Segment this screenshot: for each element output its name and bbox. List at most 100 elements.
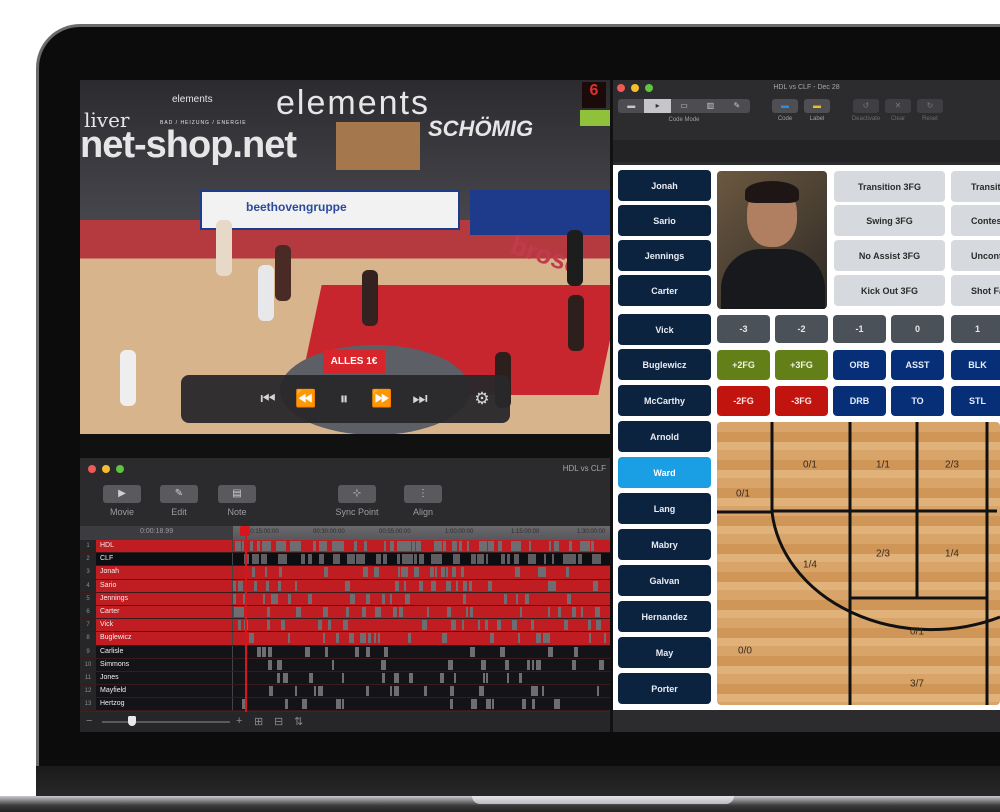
clip-marker[interactable] xyxy=(554,541,559,551)
player-button-jonah[interactable]: Jonah xyxy=(618,170,711,201)
clip-marker[interactable] xyxy=(480,554,482,565)
clip-marker[interactable] xyxy=(288,633,290,644)
clip-marker[interactable] xyxy=(542,686,544,697)
stat-button-2fg[interactable]: +2FG xyxy=(717,350,770,380)
row-name[interactable]: Carter xyxy=(96,605,233,619)
clip-marker[interactable] xyxy=(358,554,361,565)
clip-marker[interactable] xyxy=(336,633,339,644)
clip-marker[interactable] xyxy=(507,672,509,683)
code-mode-segment[interactable]: ▭ xyxy=(671,99,697,113)
clip-marker[interactable] xyxy=(596,620,601,631)
skip-forward-icon[interactable]: ⏭ xyxy=(401,389,439,409)
clip-marker[interactable] xyxy=(604,633,606,644)
clip-marker[interactable] xyxy=(597,686,599,697)
clip-marker[interactable] xyxy=(566,567,569,578)
player-button-lang[interactable]: Lang xyxy=(618,493,711,524)
clip-marker[interactable] xyxy=(267,620,270,631)
clip-marker[interactable] xyxy=(408,554,413,565)
clip-marker[interactable] xyxy=(498,541,502,551)
clip-marker[interactable] xyxy=(382,593,385,604)
clip-marker[interactable] xyxy=(473,699,477,710)
clip-marker[interactable] xyxy=(452,567,456,578)
clip-marker[interactable] xyxy=(405,593,410,604)
clip-marker[interactable] xyxy=(417,567,419,578)
player-button-mabry[interactable]: Mabry xyxy=(618,529,711,560)
clip-marker[interactable] xyxy=(390,593,392,604)
clip-marker[interactable] xyxy=(597,554,601,565)
add-row-icon[interactable]: ⊞ xyxy=(254,715,263,728)
clip-marker[interactable] xyxy=(525,593,529,604)
clip-marker[interactable] xyxy=(588,620,591,631)
row-track[interactable] xyxy=(233,605,610,619)
fast-forward-icon[interactable]: ⏩ xyxy=(363,389,401,409)
clip-marker[interactable] xyxy=(390,541,394,551)
clip-marker[interactable] xyxy=(281,620,284,631)
clip-marker[interactable] xyxy=(422,620,427,631)
clip-marker[interactable] xyxy=(542,567,546,578)
clip-marker[interactable] xyxy=(471,646,475,657)
clip-marker[interactable] xyxy=(277,672,279,683)
court-zone-left-wing-mid[interactable]: 1/4 xyxy=(803,560,817,571)
clip-marker[interactable] xyxy=(462,620,464,631)
clip-marker[interactable] xyxy=(353,554,355,565)
clip-marker[interactable] xyxy=(507,554,510,565)
clip-marker[interactable] xyxy=(378,633,380,644)
clip-marker[interactable] xyxy=(394,672,399,683)
clip-marker[interactable] xyxy=(552,554,554,565)
row-track[interactable] xyxy=(233,540,610,553)
stat-button-3fg[interactable]: +3FG xyxy=(775,350,828,380)
clip-marker[interactable] xyxy=(492,699,494,710)
timeline-row[interactable]: 7 Vick xyxy=(80,619,610,633)
clip-marker[interactable] xyxy=(435,567,437,578)
clip-marker[interactable] xyxy=(345,580,350,591)
stat-button-blk[interactable]: BLK xyxy=(951,350,1000,380)
clip-marker[interactable] xyxy=(450,699,453,710)
clip-marker[interactable] xyxy=(406,567,408,578)
row-track[interactable] xyxy=(233,579,610,592)
clip-marker[interactable] xyxy=(518,633,520,644)
clip-marker[interactable] xyxy=(574,646,578,657)
clip-marker[interactable] xyxy=(347,554,352,565)
clip-marker[interactable] xyxy=(497,620,499,631)
clip-marker[interactable] xyxy=(437,554,442,565)
play-type-button[interactable]: Swing 3FG xyxy=(834,205,945,236)
clip-marker[interactable] xyxy=(404,541,409,551)
clip-marker[interactable] xyxy=(531,620,534,631)
clip-marker[interactable] xyxy=(363,567,368,578)
row-name[interactable]: Jennings xyxy=(96,592,233,605)
row-name[interactable]: Carlisle xyxy=(96,645,233,658)
clip-marker[interactable] xyxy=(278,580,281,591)
clip-marker[interactable] xyxy=(384,541,386,551)
clip-marker[interactable] xyxy=(375,606,377,617)
clip-marker[interactable] xyxy=(257,541,260,551)
row-track[interactable] xyxy=(233,553,610,566)
clip-marker[interactable] xyxy=(381,659,386,670)
clip-marker[interactable] xyxy=(490,541,494,551)
clip-marker[interactable] xyxy=(549,541,551,551)
court-zone-top-key-three-right[interactable]: 2/3 xyxy=(945,460,959,471)
row-track[interactable] xyxy=(233,619,610,632)
clip-marker[interactable] xyxy=(252,567,255,578)
clip-marker[interactable] xyxy=(532,699,535,710)
clip-marker[interactable] xyxy=(517,541,521,551)
clip-marker[interactable] xyxy=(360,633,362,644)
clip-marker[interactable] xyxy=(519,672,522,683)
clip-marker[interactable] xyxy=(483,672,485,683)
clip-marker[interactable] xyxy=(384,646,388,657)
clip-marker[interactable] xyxy=(580,541,585,551)
clip-marker[interactable] xyxy=(296,606,301,617)
clip-marker[interactable] xyxy=(448,659,453,670)
clip-marker[interactable] xyxy=(500,646,505,657)
label-button[interactable]: ▬ Label xyxy=(802,99,832,122)
code-input-bar[interactable] xyxy=(613,140,1000,162)
clip-marker[interactable] xyxy=(262,646,266,657)
clip-marker[interactable] xyxy=(418,541,420,551)
clip-marker[interactable] xyxy=(279,541,284,551)
clip-marker[interactable] xyxy=(486,672,488,683)
court-zone-paint-restricted[interactable]: 3/7 xyxy=(910,679,924,690)
clip-marker[interactable] xyxy=(599,659,604,670)
timeline-row[interactable]: 13 Hertzog xyxy=(80,698,610,712)
clip-marker[interactable] xyxy=(323,633,325,644)
clip-marker[interactable] xyxy=(308,554,312,565)
clip-marker[interactable] xyxy=(520,606,522,617)
